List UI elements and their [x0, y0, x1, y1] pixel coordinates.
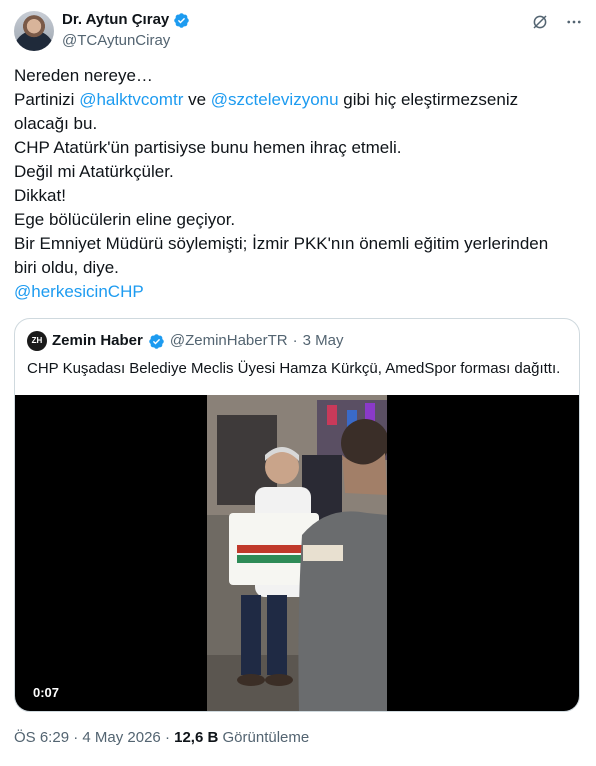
tweet-text-segment: Ege bölücülerin eline geçiyor.	[14, 210, 236, 229]
grok-icon[interactable]	[530, 12, 550, 32]
verified-badge-icon	[149, 333, 164, 349]
tweet-text-segment: gibi hiç eleştirmezseniz	[338, 90, 519, 109]
tweet-meta: ÖS 6:29 · 4 May 2026 · 12,6 B Görüntülem…	[14, 728, 309, 748]
video-frame	[207, 395, 387, 711]
verified-badge-icon	[174, 12, 190, 28]
tweet-text-line: Ege bölücülerin eline geçiyor.	[14, 208, 574, 232]
quoted-tweet[interactable]: ZH Zemin Haber @ZeminHaberTR · 3 May CHP…	[14, 318, 580, 712]
tweet-text-segment: CHP Atatürk'ün partisiyse bunu hemen ihr…	[14, 138, 402, 157]
tweet-text-line: Değil mi Atatürkçüler.	[14, 160, 574, 184]
mention-link[interactable]: @halktvcomtr	[79, 90, 183, 109]
tweet-text-segment: biri oldu, diye.	[14, 258, 119, 277]
tweet-text: Nereden nereye… Partinizi @halktvcomtr ve…	[14, 64, 574, 304]
author-avatar[interactable]	[14, 11, 54, 51]
tweet-text-line: Nereden nereye…	[14, 64, 574, 88]
tweet-header: Dr. Aytun Çıray @TCAytunCiray	[14, 10, 584, 54]
tweet-text-segment: olacağı bu.	[14, 114, 98, 133]
quoted-tweet-text: CHP Kuşadası Belediye Meclis Üyesi Hamza…	[27, 360, 561, 377]
tweet-text-segment: Değil mi Atatürkçüler.	[14, 162, 174, 181]
tweet-text-line: Partinizi @halktvcomtr ve @szctelevizyon…	[14, 88, 574, 112]
quoted-tweet-header: ZH Zemin Haber @ZeminHaberTR · 3 May	[27, 331, 343, 351]
tweet-text-segment: Bir Emniyet Müdürü söylemişti; İzmir PKK…	[14, 234, 549, 253]
tweet-text-segment: ve	[183, 90, 211, 109]
tweet-text-segment: Partinizi	[14, 90, 80, 109]
mention-link[interactable]: @herkesicinCHP	[14, 282, 144, 301]
author-display-name[interactable]: Dr. Aytun Çıray	[62, 10, 169, 30]
tweet-text-line: @herkesicinCHP	[14, 280, 574, 304]
author-name-row: Dr. Aytun Çıray	[62, 10, 190, 30]
quoted-date[interactable]: 3 May	[303, 331, 344, 351]
tweet-text-line: Dikkat!	[14, 184, 574, 208]
views-count[interactable]: 12,6 B	[174, 729, 218, 746]
top-actions	[530, 12, 584, 32]
tweet-date[interactable]: 4 May 2026	[82, 729, 160, 746]
tweet-text-line: biri oldu, diye.	[14, 256, 574, 280]
meta-separator: ·	[73, 729, 79, 746]
tweet-text-segment: Nereden nereye…	[14, 66, 153, 85]
views-label: Görüntüleme	[222, 729, 310, 746]
video-duration: 0:07	[27, 683, 66, 702]
author-handle[interactable]: @TCAytunCiray	[62, 31, 170, 51]
tweet-text-line: Bir Emniyet Müdürü söylemişti; İzmir PKK…	[14, 232, 574, 256]
quoted-author-avatar[interactable]: ZH	[27, 331, 47, 351]
tweet-text-line: olacağı bu.	[14, 112, 574, 136]
quoted-author-handle[interactable]: @ZeminHaberTR	[170, 331, 288, 351]
mention-link[interactable]: @szctelevizyonu	[211, 90, 339, 109]
video-player[interactable]: 0:07	[15, 395, 579, 711]
tweet-text-line: CHP Atatürk'ün partisiyse bunu hemen ihr…	[14, 136, 574, 160]
quoted-author-name[interactable]: Zemin Haber	[52, 331, 143, 351]
quoted-avatar-logo: ZH	[31, 336, 43, 345]
quoted-separator: ·	[292, 332, 298, 349]
more-icon[interactable]	[564, 12, 584, 32]
tweet-text-segment: Dikkat!	[14, 186, 66, 205]
meta-separator: ·	[164, 729, 170, 746]
tweet-time[interactable]: ÖS 6:29	[14, 729, 69, 746]
